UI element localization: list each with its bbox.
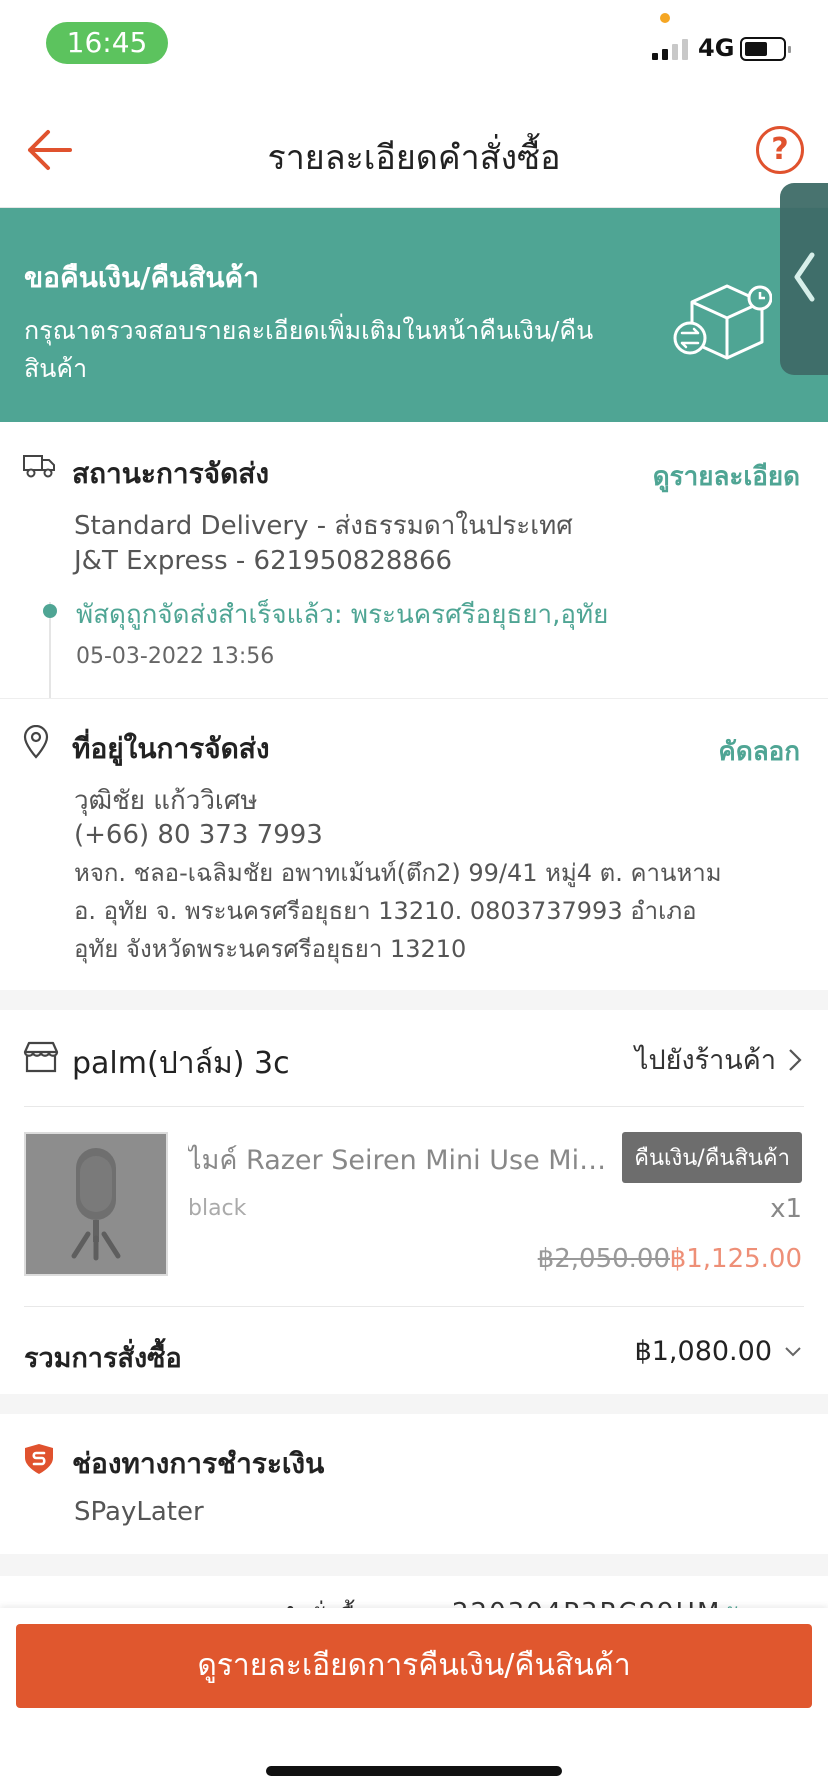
network-label: 4G bbox=[698, 34, 735, 62]
shield-s-icon bbox=[25, 1444, 53, 1474]
tracking-latest-status: พัสดุถูกจัดส่งสำเร็จแล้ว: พระนครศรีอยุธย… bbox=[76, 600, 609, 630]
chevron-left-icon bbox=[794, 252, 815, 302]
refund-banner[interactable]: ขอคืนเงิน/คืนสินค้า กรุณาตรวจสอบรายละเอี… bbox=[0, 208, 828, 422]
return-box-icon bbox=[673, 284, 772, 360]
chevron-right-icon bbox=[789, 1048, 802, 1071]
product-quantity: x1 bbox=[770, 1194, 802, 1224]
delivery-carrier: J&T Express - 621950828866 bbox=[74, 546, 453, 576]
battery-icon bbox=[740, 37, 791, 61]
side-panel-handle[interactable] bbox=[780, 183, 828, 375]
order-items-section: palm(ปาล์ม) 3c ไปยังร้านค้า ไมค์ Razer S… bbox=[0, 1010, 828, 1394]
status-time: 16:45 bbox=[46, 22, 168, 64]
recording-indicator bbox=[660, 13, 670, 23]
truck-icon bbox=[23, 455, 55, 478]
help-button[interactable]: ? bbox=[756, 126, 804, 174]
divider bbox=[24, 1306, 804, 1307]
order-total-label: รวมการสั่งซื้อ bbox=[24, 1343, 182, 1374]
payment-method-value: SPayLater bbox=[74, 1497, 204, 1527]
microphone-image bbox=[26, 1134, 166, 1274]
delivery-method: Standard Delivery - ส่งธรรมดาในประเทศ bbox=[74, 511, 573, 541]
refund-banner-title: ขอคืนเงิน/คืนสินค้า bbox=[24, 261, 259, 294]
chevron-down-icon bbox=[785, 1346, 801, 1356]
status-bar: 16:45 4G bbox=[0, 0, 828, 92]
location-pin-icon bbox=[23, 725, 49, 759]
tracking-latest-time: 05-03-2022 13:56 bbox=[76, 644, 275, 669]
address-line-2: อ. อุทัย จ. พระนครศรีอยุธยา 13210. 08037… bbox=[74, 897, 697, 925]
shipping-address-title: ที่อยู่ในการจัดส่ง bbox=[72, 732, 270, 765]
shop-icon bbox=[23, 1041, 59, 1073]
timeline-dot bbox=[43, 604, 57, 618]
product-image[interactable] bbox=[24, 1132, 168, 1276]
product-variant: black bbox=[188, 1196, 247, 1221]
order-total-value: ฿1,080.00 bbox=[634, 1336, 772, 1367]
shipping-address-section: ที่อยู่ในการจัดส่ง คัดลอก วุฒิชัย แก้ววิ… bbox=[0, 698, 828, 990]
delivery-status-section: สถานะการจัดส่ง ดูรายละเอียด Standard Del… bbox=[0, 422, 828, 698]
delivery-status-title: สถานะการจัดส่ง bbox=[72, 457, 270, 490]
sale-price: ฿1,125.00 bbox=[669, 1244, 802, 1274]
order-total-toggle[interactable]: ฿1,080.00 bbox=[635, 1336, 802, 1367]
recipient-name: วุฒิชัย แก้ววิเศษ bbox=[74, 786, 258, 816]
bottom-action-bar: ดูรายละเอียดการคืนเงิน/คืนสินค้า bbox=[0, 1608, 828, 1792]
view-refund-details-button[interactable]: ดูรายละเอียดการคืนเงิน/คืนสินค้า bbox=[16, 1624, 812, 1708]
signal-icon bbox=[652, 38, 688, 60]
recipient-phone: (+66) 80 373 7993 bbox=[74, 820, 323, 850]
product-name[interactable]: ไมค์ Razer Seiren Mini Use Microphone bbox=[188, 1138, 608, 1181]
go-to-shop-label: ไปยังร้านค้า bbox=[634, 1045, 776, 1076]
home-indicator[interactable] bbox=[266, 1766, 562, 1776]
header: รายละเอียดคำสั่งซื้อ ? bbox=[0, 92, 828, 208]
original-price: ฿2,050.00 bbox=[537, 1244, 670, 1274]
copy-address-button[interactable]: คัดลอก bbox=[718, 731, 800, 772]
go-to-shop-link[interactable]: ไปยังร้านค้า bbox=[635, 1038, 802, 1081]
view-delivery-details-link[interactable]: ดูรายละเอียด bbox=[653, 456, 800, 497]
payment-method-section: ช่องทางการชำระเงิน SPayLater bbox=[0, 1414, 828, 1554]
address-line-3: อุทัย จังหวัดพระนครศรีอยุธยา 13210 bbox=[74, 935, 467, 963]
shop-name: palm(ปาล์ม) 3c bbox=[72, 1046, 290, 1081]
divider bbox=[24, 1106, 804, 1107]
refund-status-badge: คืนเงิน/คืนสินค้า bbox=[622, 1132, 802, 1183]
payment-method-title: ช่องทางการชำระเงิน bbox=[72, 1447, 325, 1480]
address-line-1: หจก. ชลอ-เฉลิมชัย อพาทเม้นท์(ตึก2) 99/41… bbox=[74, 859, 722, 887]
refund-banner-description: กรุณาตรวจสอบรายละเอียดเพิ่มเติมในหน้าคืน… bbox=[24, 316, 594, 383]
page-title: รายละเอียดคำสั่งซื้อ bbox=[267, 138, 561, 178]
